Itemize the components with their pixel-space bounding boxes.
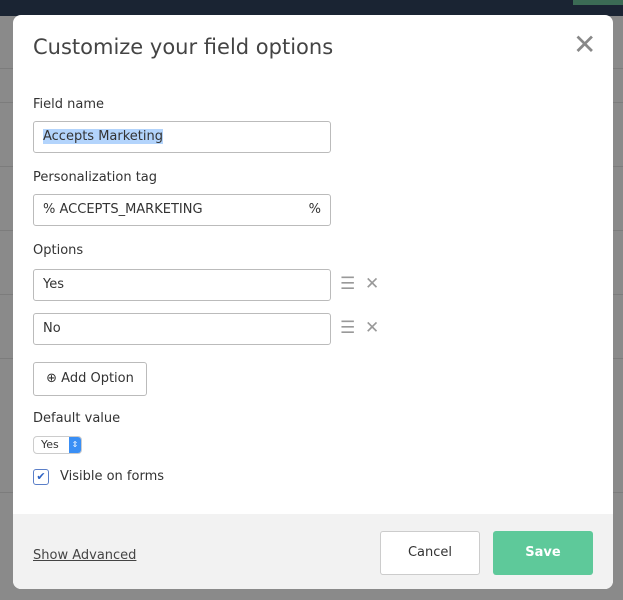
field-name-label: Field name bbox=[33, 97, 105, 112]
save-button[interactable]: Save bbox=[493, 531, 593, 575]
option-value: No bbox=[43, 321, 61, 336]
plus-circle-icon: ⊕ bbox=[46, 371, 58, 386]
option-input[interactable]: No bbox=[33, 313, 331, 345]
remove-option-icon[interactable]: ✕ bbox=[365, 318, 379, 338]
visible-on-forms-label: Visible on forms bbox=[60, 469, 165, 484]
default-value-select[interactable]: Yes ⇕ bbox=[33, 436, 82, 454]
tag-value: ACCEPTS_MARKETING bbox=[59, 202, 203, 217]
personalization-tag-label: Personalization tag bbox=[33, 170, 158, 185]
remove-option-icon[interactable]: ✕ bbox=[365, 274, 379, 294]
drag-handle-icon[interactable]: ☰ bbox=[340, 318, 355, 338]
tag-prefix: % bbox=[43, 202, 56, 217]
modal-footer: Show Advanced Cancel Save bbox=[13, 514, 613, 589]
add-option-button[interactable]: ⊕ Add Option bbox=[33, 362, 147, 396]
field-name-input[interactable]: Accepts Marketing bbox=[33, 121, 331, 153]
show-advanced-link[interactable]: Show Advanced bbox=[33, 548, 136, 563]
visible-on-forms-checkbox[interactable]: ✔ bbox=[33, 469, 49, 485]
default-value-selected: Yes bbox=[41, 438, 59, 451]
checkmark-icon: ✔ bbox=[36, 470, 46, 483]
field-name-value: Accepts Marketing bbox=[43, 129, 164, 144]
default-value-label: Default value bbox=[33, 411, 121, 426]
personalization-tag-input[interactable]: % ACCEPTS_MARKETING % bbox=[33, 194, 331, 226]
drag-handle-icon[interactable]: ☰ bbox=[340, 274, 355, 294]
app-header bbox=[0, 0, 623, 16]
option-input[interactable]: Yes bbox=[33, 269, 331, 301]
add-option-label: Add Option bbox=[61, 371, 134, 386]
customize-field-modal: Customize your field options ✕ Field nam… bbox=[13, 15, 613, 589]
tag-suffix: % bbox=[308, 202, 321, 217]
close-icon[interactable]: ✕ bbox=[573, 31, 596, 59]
cancel-button[interactable]: Cancel bbox=[380, 531, 480, 575]
header-button bbox=[573, 0, 623, 5]
options-label: Options bbox=[33, 243, 84, 258]
modal-title: Customize your field options bbox=[33, 35, 334, 59]
option-value: Yes bbox=[43, 277, 64, 292]
chevron-updown-icon: ⇕ bbox=[69, 437, 81, 453]
